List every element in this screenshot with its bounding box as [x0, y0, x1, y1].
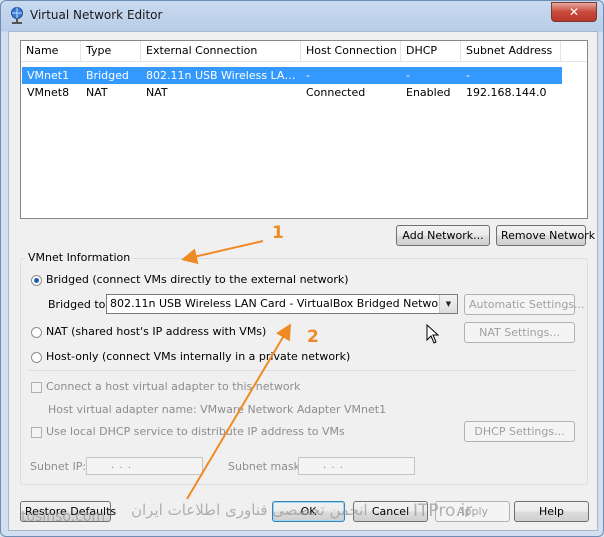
automatic-settings-button[interactable]: Automatic Settings... [464, 294, 585, 315]
virtual-network-editor-window: Virtual Network Editor ✕ Name Type Exter… [0, 0, 604, 537]
col-header-subnet-address[interactable]: Subnet Address [461, 41, 561, 61]
dhcp-settings-button[interactable]: DHCP Settings... [464, 421, 575, 442]
cell-dhcp: - [406, 69, 410, 82]
table-row-vmnet8[interactable]: VMnet8 NAT NAT Connected Enabled 192.168… [22, 84, 562, 101]
close-button[interactable]: ✕ [551, 2, 597, 22]
use-dhcp-label[interactable]: Use local DHCP service to distribute IP … [46, 425, 345, 438]
subnet-ip-field[interactable]: . . . [86, 457, 203, 475]
mouse-cursor-icon [426, 324, 440, 344]
watermark-left: tosinso.com [21, 509, 106, 525]
col-header-host-connection[interactable]: Host Connection [301, 41, 401, 61]
table-row-vmnet1[interactable]: VMnet1 Bridged 802.11n USB Wireless LAN … [22, 67, 562, 84]
chevron-down-icon[interactable]: ▼ [439, 295, 457, 313]
cell-name: VMnet8 [27, 86, 70, 99]
annotation-label-2: 2 [307, 327, 319, 347]
bridged-radio[interactable] [31, 275, 42, 286]
bridged-to-label: Bridged to: [48, 298, 110, 311]
add-network-button[interactable]: Add Network... [396, 225, 490, 246]
col-header-type[interactable]: Type [81, 41, 141, 61]
network-list[interactable]: Name Type External Connection Host Conne… [20, 40, 588, 219]
cell-external-connection: 802.11n USB Wireless LAN ... [146, 69, 301, 82]
bridged-to-dropdown[interactable]: 802.11n USB Wireless LAN Card - VirtualB… [106, 294, 458, 314]
subnet-mask-label: Subnet mask: [228, 460, 304, 473]
bridged-to-value: 802.11n USB Wireless LAN Card - VirtualB… [110, 297, 438, 310]
annotation-label-1: 1 [272, 223, 284, 243]
cell-subnet-address: 192.168.144.0 [466, 86, 547, 99]
remove-network-button[interactable]: Remove Network [496, 225, 595, 246]
connect-adapter-checkbox[interactable] [31, 382, 42, 393]
close-icon: ✕ [568, 5, 580, 19]
cell-type: NAT [86, 86, 108, 99]
cell-name: VMnet1 [27, 69, 70, 82]
col-header-external-connection[interactable]: External Connection [141, 41, 301, 61]
nat-radio[interactable] [31, 327, 42, 338]
nat-option-label[interactable]: NAT (shared host's IP address with VMs) [46, 325, 266, 338]
host-only-option-label[interactable]: Host-only (connect VMs internally in a p… [46, 350, 350, 363]
watermark-right: ITPro.ir [413, 501, 473, 521]
col-header-name[interactable]: Name [21, 41, 81, 61]
cell-host-connection: Connected [306, 86, 366, 99]
cell-dhcp: Enabled [406, 86, 451, 99]
cell-host-connection: - [306, 69, 310, 82]
host-only-radio[interactable] [31, 352, 42, 363]
connect-adapter-label[interactable]: Connect a host virtual adapter to this n… [46, 380, 300, 393]
adapter-name-text: Host virtual adapter name: VMware Networ… [48, 403, 387, 416]
title-bar[interactable]: Virtual Network Editor ✕ [1, 1, 603, 31]
nat-settings-button[interactable]: NAT Settings... [464, 322, 575, 343]
window-title: Virtual Network Editor [30, 8, 163, 22]
dialog-client-area: Name Type External Connection Host Conne… [8, 31, 598, 531]
network-list-header: Name Type External Connection Host Conne… [21, 41, 587, 62]
vmnet-information-group: VMnet Information [20, 251, 588, 485]
cell-subnet-address: - [466, 69, 470, 82]
col-header-dhcp[interactable]: DHCP [401, 41, 461, 61]
cell-type: Bridged [86, 69, 129, 82]
cell-external-connection: NAT [146, 86, 168, 99]
subnet-mask-field[interactable]: . . . [298, 457, 415, 475]
watermark-center: انجمن تخصصی فناوری اطلاعات ایران [131, 501, 368, 519]
help-button[interactable]: Help [514, 501, 589, 522]
separator [28, 370, 576, 371]
group-title: VMnet Information [26, 251, 133, 264]
network-globe-icon [11, 7, 23, 24]
bridged-option-label[interactable]: Bridged (connect VMs directly to the ext… [46, 273, 349, 286]
subnet-ip-label: Subnet IP: [30, 460, 87, 473]
use-dhcp-checkbox[interactable] [31, 427, 42, 438]
